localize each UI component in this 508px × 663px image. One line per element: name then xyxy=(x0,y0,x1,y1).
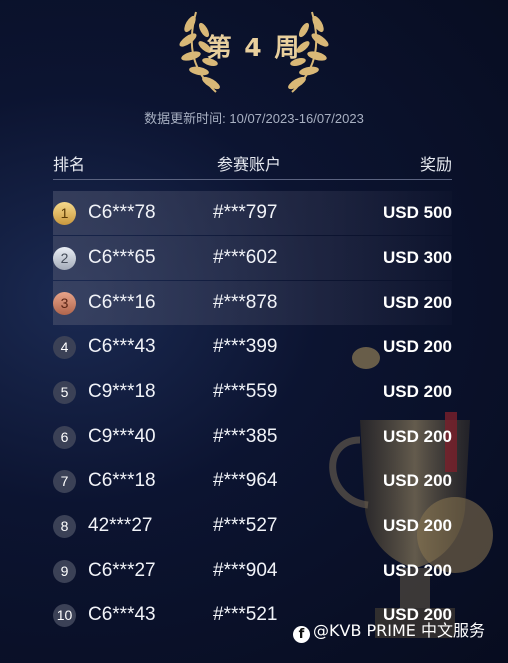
member-id: #***559 xyxy=(213,381,278,402)
prize-amount: USD 200 xyxy=(383,427,452,446)
prize-amount: USD 200 xyxy=(383,561,452,580)
table-row: 1 C6***78 #***797 USD 500 xyxy=(53,191,452,235)
member-id: #***527 xyxy=(213,515,278,536)
rank-badge: 10 xyxy=(53,604,76,627)
week-title: 第 4 周 xyxy=(206,33,302,62)
account-id: C6***16 xyxy=(88,292,156,313)
column-header-reward: 奖励 xyxy=(419,155,452,174)
table-row: 8 42***27 #***527 USD 200 xyxy=(53,504,452,548)
account-id: C6***65 xyxy=(88,247,156,268)
member-id: #***385 xyxy=(213,426,278,447)
account-id: C6***43 xyxy=(88,336,156,357)
member-id: #***878 xyxy=(213,292,278,313)
prize-amount: USD 200 xyxy=(383,293,452,312)
watermark-text: @KVB PRIME 中文服务 xyxy=(313,621,485,640)
laurel-wreath-icon: 第 4 周 xyxy=(176,0,332,100)
table-row: 4 C6***43 #***399 USD 200 xyxy=(53,325,452,369)
prize-amount: USD 200 xyxy=(383,337,452,356)
rank-badge: 3 xyxy=(53,292,76,315)
member-id: #***399 xyxy=(213,336,278,357)
account-id: C6***78 xyxy=(88,202,156,223)
table-row: 7 C6***18 #***964 USD 200 xyxy=(53,459,452,503)
table-row: 3 C6***16 #***878 USD 200 xyxy=(53,281,452,325)
rank-badge: 9 xyxy=(53,560,76,583)
table-row: 6 C9***40 #***385 USD 200 xyxy=(53,415,452,459)
column-header-account: 参赛账户 xyxy=(217,155,282,174)
watermark: f @KVB PRIME 中文服务 xyxy=(293,617,485,643)
prize-amount: USD 500 xyxy=(383,203,452,222)
account-id: 42***27 xyxy=(88,515,153,536)
update-time-label: 数据更新时间: 10/07/2023-16/07/2023 xyxy=(144,111,364,126)
rank-badge: 6 xyxy=(53,426,76,449)
rank-badge: 7 xyxy=(53,470,76,493)
table-row: 5 C9***18 #***559 USD 200 xyxy=(53,370,452,414)
rank-badge: 5 xyxy=(53,381,76,404)
prize-amount: USD 200 xyxy=(383,516,452,535)
facebook-icon: f xyxy=(293,626,310,643)
account-id: C6***43 xyxy=(88,604,156,625)
prize-amount: USD 200 xyxy=(383,471,452,490)
account-id: C6***18 xyxy=(88,470,156,491)
table-row: 9 C6***27 #***904 USD 200 xyxy=(53,549,452,593)
account-id: C9***18 xyxy=(88,381,156,402)
rank-badge: 1 xyxy=(53,202,76,225)
account-id: C6***27 xyxy=(88,560,156,581)
member-id: #***602 xyxy=(213,247,278,268)
prize-amount: USD 200 xyxy=(383,382,452,401)
column-header-rank: 排名 xyxy=(53,155,86,174)
header-divider xyxy=(53,179,452,180)
prize-amount: USD 300 xyxy=(383,248,452,267)
rank-badge: 2 xyxy=(53,247,76,270)
rank-badge: 8 xyxy=(53,515,76,538)
rank-badge: 4 xyxy=(53,336,76,359)
member-id: #***521 xyxy=(213,604,278,625)
member-id: #***797 xyxy=(213,202,278,223)
member-id: #***964 xyxy=(213,470,278,491)
table-row: 2 C6***65 #***602 USD 300 xyxy=(53,236,452,280)
member-id: #***904 xyxy=(213,560,278,581)
account-id: C9***40 xyxy=(88,426,156,447)
